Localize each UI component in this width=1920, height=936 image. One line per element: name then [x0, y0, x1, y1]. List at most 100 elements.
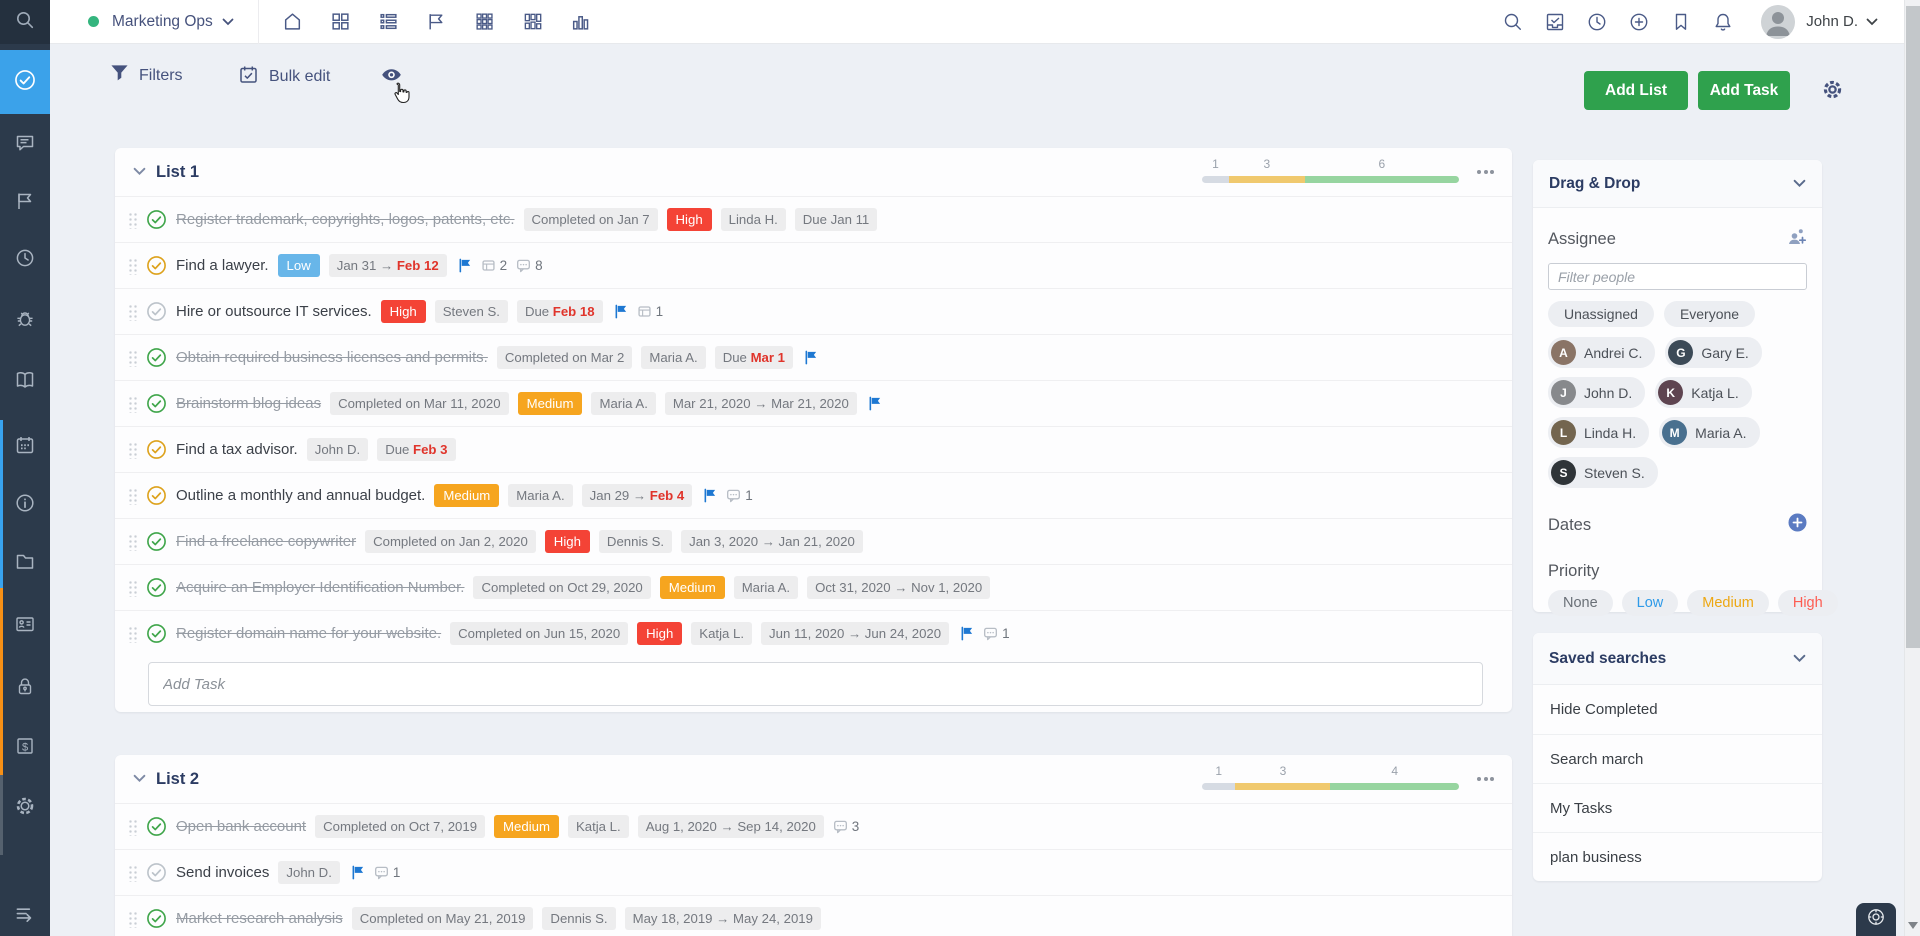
sidebar-item-files[interactable] [0, 537, 50, 589]
drag-handle-icon[interactable] [128, 818, 137, 836]
view-settings-gear-icon[interactable] [1821, 78, 1844, 106]
task-check-circle[interactable] [146, 862, 167, 883]
task-row[interactable]: Find a lawyer.LowJan 31 → Feb 1228 [115, 242, 1512, 288]
sidebar-item-recent[interactable] [0, 234, 50, 286]
chip-everyone[interactable]: Everyone [1664, 301, 1755, 327]
bookmark-icon[interactable] [1669, 10, 1693, 34]
person-chip[interactable]: GGary E. [1665, 337, 1761, 368]
drag-handle-icon[interactable] [128, 349, 137, 367]
drag-handle-icon[interactable] [128, 579, 137, 597]
sidebar-item-comments[interactable] [0, 119, 50, 171]
drag-handle-icon[interactable] [128, 910, 137, 928]
task-row[interactable]: Brainstorm blog ideasCompleted on Mar 11… [115, 380, 1512, 426]
task-check-circle[interactable] [146, 439, 167, 460]
task-row[interactable]: Register domain name for your website.Co… [115, 610, 1512, 656]
task-row[interactable]: Find a tax advisor.John D.Due Feb 3 [115, 426, 1512, 472]
user-name[interactable]: John D. [1806, 13, 1858, 30]
task-row[interactable]: Market research analysisCompleted on May… [115, 895, 1512, 936]
person-chip[interactable]: JJohn D. [1548, 377, 1645, 408]
sidebar-search-button[interactable] [0, 0, 50, 44]
task-check-circle[interactable] [146, 209, 167, 230]
home-icon[interactable] [281, 10, 305, 34]
task-row[interactable]: Open bank accountCompleted on Oct 7, 201… [115, 803, 1512, 849]
drag-drop-panel-header[interactable]: Drag & Drop [1533, 160, 1822, 208]
bulk-edit-button[interactable]: Bulk edit [238, 64, 330, 90]
task-title[interactable]: Register trademark, copyrights, logos, p… [176, 211, 515, 228]
task-row[interactable]: Acquire an Employer Identification Numbe… [115, 564, 1512, 610]
sidebar-item-milestones[interactable] [0, 177, 50, 229]
drag-handle-icon[interactable] [128, 441, 137, 459]
list-view-icon[interactable] [377, 10, 401, 34]
task-title[interactable]: Hire or outsource IT services. [176, 303, 372, 320]
task-title[interactable]: Obtain required business licenses and pe… [176, 349, 488, 366]
chevron-down-icon[interactable] [222, 18, 234, 26]
task-title[interactable]: Open bank account [176, 818, 306, 835]
chevron-down-icon[interactable] [133, 163, 146, 181]
priority-filter-chip[interactable]: Low [1622, 590, 1679, 616]
add-date-icon[interactable] [1788, 513, 1807, 537]
sidebar-item-bugs[interactable] [0, 294, 50, 346]
sidebar-item-security[interactable] [0, 662, 50, 714]
chip-unassigned[interactable]: Unassigned [1548, 301, 1654, 327]
task-check-circle[interactable] [146, 623, 167, 644]
saved-search-item[interactable]: plan business [1533, 832, 1822, 881]
timeline-view-icon[interactable] [425, 10, 449, 34]
task-title[interactable]: Find a tax advisor. [176, 441, 298, 458]
task-row[interactable]: Outline a monthly and annual budget.Medi… [115, 472, 1512, 518]
saved-searches-header[interactable]: Saved searches [1533, 633, 1822, 685]
task-title[interactable]: Find a freelance copywriter [176, 533, 356, 550]
task-row[interactable]: Find a freelance copywriterCompleted on … [115, 518, 1512, 564]
scrollbar-thumb[interactable] [1906, 6, 1920, 648]
user-avatar[interactable] [1761, 5, 1795, 39]
drag-handle-icon[interactable] [128, 395, 137, 413]
list-title[interactable]: List 2 [156, 770, 199, 789]
task-row[interactable]: Register trademark, copyrights, logos, p… [115, 196, 1512, 242]
drag-handle-icon[interactable] [128, 625, 137, 643]
task-check-circle[interactable] [146, 255, 167, 276]
task-title[interactable]: Find a lawyer. [176, 257, 269, 274]
task-check-circle[interactable] [146, 577, 167, 598]
chevron-down-icon[interactable] [1866, 18, 1878, 26]
task-row[interactable]: Hire or outsource IT services.HighSteven… [115, 288, 1512, 334]
task-row[interactable]: Send invoicesJohn D.1 [115, 849, 1512, 895]
drag-handle-icon[interactable] [128, 257, 137, 275]
task-title[interactable]: Send invoices [176, 864, 269, 881]
sidebar-item-billing[interactable]: $ [0, 722, 50, 774]
saved-search-item[interactable]: Search march [1533, 734, 1822, 783]
sidebar-item-settings[interactable] [0, 782, 50, 834]
kanban-view-icon[interactable] [521, 10, 545, 34]
recent-icon[interactable] [1585, 10, 1609, 34]
task-title[interactable]: Brainstorm blog ideas [176, 395, 321, 412]
sidebar-item-tasks[interactable] [0, 50, 50, 114]
sidebar-item-calendar[interactable] [0, 421, 50, 473]
add-person-icon[interactable] [1787, 228, 1807, 251]
chart-view-icon[interactable] [569, 10, 593, 34]
task-row[interactable]: Obtain required business licenses and pe… [115, 334, 1512, 380]
task-check-circle[interactable] [146, 393, 167, 414]
notifications-icon[interactable] [1711, 10, 1735, 34]
task-check-circle[interactable] [146, 531, 167, 552]
workspace-name[interactable]: Marketing Ops [112, 13, 213, 31]
add-icon[interactable] [1627, 10, 1651, 34]
task-title[interactable]: Market research analysis [176, 910, 343, 927]
grid-view-icon[interactable] [473, 10, 497, 34]
saved-search-item[interactable]: Hide Completed [1533, 685, 1822, 734]
task-check-circle[interactable] [146, 908, 167, 929]
priority-filter-chip[interactable]: Medium [1687, 590, 1769, 616]
person-chip[interactable]: MMaria A. [1659, 417, 1759, 448]
add-list-button[interactable]: Add List [1584, 71, 1688, 110]
sidebar-item-contacts[interactable] [0, 600, 50, 652]
task-check-circle[interactable] [146, 816, 167, 837]
board-view-icon[interactable] [329, 10, 353, 34]
drag-handle-icon[interactable] [128, 303, 137, 321]
person-chip[interactable]: LLinda H. [1548, 417, 1649, 448]
my-tasks-icon[interactable] [1543, 10, 1567, 34]
filter-people-input[interactable] [1548, 263, 1807, 290]
list-menu-button[interactable] [1475, 164, 1496, 180]
task-title[interactable]: Outline a monthly and annual budget. [176, 487, 425, 504]
sidebar-collapse-button[interactable] [0, 889, 50, 936]
task-check-circle[interactable] [146, 347, 167, 368]
priority-filter-chip[interactable]: None [1548, 590, 1613, 616]
priority-filter-chip[interactable]: High [1778, 590, 1838, 616]
sidebar-item-info[interactable] [0, 479, 50, 531]
